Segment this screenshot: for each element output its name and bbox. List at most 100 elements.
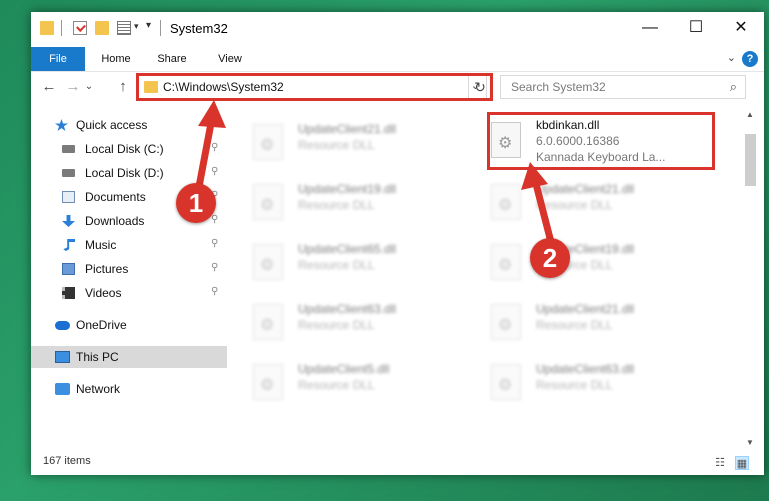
sidebar-item-local-disk-c[interactable]: Local Disk (C:) ⚲ xyxy=(31,138,227,160)
search-placeholder[interactable]: Search System32 xyxy=(511,80,606,94)
quick-access-dropdown-icon[interactable]: ▾ xyxy=(134,21,139,32)
sidebar-item-network[interactable]: Network xyxy=(31,378,227,400)
sidebar-item-label: Videos xyxy=(85,286,122,300)
file-type: Resource DLL xyxy=(298,378,375,392)
videos-icon xyxy=(62,287,75,299)
sidebar-item-label: Local Disk (C:) xyxy=(85,142,164,156)
file-name: UpdateClient5.dll xyxy=(298,362,390,376)
sidebar-item-label: Downloads xyxy=(85,214,145,228)
list-item[interactable]: UpdateClient63.dll Resource DLL xyxy=(241,296,471,346)
sidebar-item-quick-access[interactable]: Quick access xyxy=(31,114,227,136)
up-button[interactable]: ↑ xyxy=(113,77,133,97)
file-name: UpdateClient19.dll xyxy=(298,182,397,196)
vertical-scrollbar[interactable]: ▲ ▼ xyxy=(742,104,759,453)
minimize-button[interactable]: — xyxy=(627,12,673,44)
file-name: UpdateClient65.dll xyxy=(298,242,397,256)
sidebar-item-label: Documents xyxy=(85,190,146,204)
pin-icon[interactable]: ⚲ xyxy=(211,166,218,177)
list-item[interactable]: UpdateClient63.dll Resource DLL xyxy=(479,356,709,406)
scroll-thumb[interactable] xyxy=(745,134,756,186)
recent-locations-icon[interactable]: ⌄ xyxy=(83,77,95,97)
new-folder-icon[interactable] xyxy=(95,21,109,35)
dll-file-icon xyxy=(253,304,283,340)
file-highlight-box xyxy=(487,112,715,170)
tab-share[interactable]: Share xyxy=(149,47,195,71)
search-icon: ⌕ xyxy=(729,79,737,94)
sidebar-item-label: Quick access xyxy=(76,118,148,132)
window-title: System32 xyxy=(170,21,228,36)
file-type: Resource DLL xyxy=(298,318,375,332)
maximize-button[interactable]: ☐ xyxy=(673,12,719,44)
customize-quick-access-icon[interactable] xyxy=(117,21,131,35)
pin-icon[interactable]: ⚲ xyxy=(211,238,218,249)
documents-icon xyxy=(62,191,75,203)
ribbon: File Home Share View ⌄ ? xyxy=(31,47,764,72)
title-bar: ▾ ▾ System32 — ☐ ✕ xyxy=(31,12,764,46)
list-item[interactable]: UpdateClient19.dll Resource DLL xyxy=(241,176,471,226)
pin-icon[interactable]: ⚲ xyxy=(211,142,218,153)
dll-file-icon xyxy=(491,304,521,340)
forward-button[interactable]: → xyxy=(63,77,83,97)
file-name: UpdateClient21.dll xyxy=(536,302,635,316)
pin-icon[interactable]: ⚲ xyxy=(211,262,218,273)
folder-icon[interactable] xyxy=(40,21,54,35)
sidebar-item-label: Network xyxy=(76,382,121,396)
sidebar-item-music[interactable]: Music ⚲ xyxy=(31,234,227,256)
tab-home[interactable]: Home xyxy=(93,47,139,71)
properties-icon[interactable] xyxy=(73,21,87,35)
file-explorer-window: ▾ ▾ System32 — ☐ ✕ File Home Share View … xyxy=(31,12,764,475)
list-item[interactable]: UpdateClient19.dll Resource DLL xyxy=(479,236,709,286)
divider xyxy=(61,20,62,36)
scroll-up-icon[interactable]: ▲ xyxy=(746,110,754,119)
dll-file-icon xyxy=(253,124,283,160)
list-item[interactable]: UpdateClient21.dll Resource DLL xyxy=(241,116,471,166)
list-item[interactable]: UpdateClient65.dll Resource DLL xyxy=(241,236,471,286)
pin-icon[interactable]: ⚲ xyxy=(211,286,218,297)
back-button[interactable]: ← xyxy=(39,77,59,97)
address-highlight-box xyxy=(136,73,493,101)
sidebar-item-label: Pictures xyxy=(85,262,129,276)
list-item[interactable]: UpdateClient21.dll Resource DLL xyxy=(479,176,709,226)
tiles-view-icon[interactable]: ▦ xyxy=(735,456,749,470)
item-count: 167 items xyxy=(43,455,91,467)
expand-ribbon-icon[interactable]: ⌄ xyxy=(727,51,736,64)
onedrive-icon xyxy=(55,321,70,330)
search-box[interactable]: Search System32 ⌕ xyxy=(500,75,746,99)
sidebar-item-onedrive[interactable]: OneDrive xyxy=(31,314,227,336)
list-item[interactable]: UpdateClient5.dll Resource DLL xyxy=(241,356,471,406)
downloads-icon xyxy=(62,215,75,227)
callout-step-2: 2 xyxy=(530,238,570,278)
details-view-icon[interactable]: ☷ xyxy=(713,456,727,470)
tab-view[interactable]: View xyxy=(207,47,253,71)
sidebar-item-pictures[interactable]: Pictures ⚲ xyxy=(31,258,227,280)
file-name: UpdateClient63.dll xyxy=(298,302,397,316)
dll-file-icon xyxy=(491,244,521,280)
sidebar-item-label: OneDrive xyxy=(76,318,127,332)
tab-file[interactable]: File xyxy=(31,47,85,71)
close-button[interactable]: ✕ xyxy=(718,12,764,44)
scroll-down-icon[interactable]: ▼ xyxy=(746,438,754,447)
file-type: Resource DLL xyxy=(298,198,375,212)
dll-file-icon xyxy=(253,184,283,220)
music-icon xyxy=(63,239,75,251)
dll-file-icon xyxy=(253,364,283,400)
sidebar-item-videos[interactable]: Videos ⚲ xyxy=(31,282,227,304)
file-type: Resource DLL xyxy=(536,198,613,212)
pin-icon[interactable]: ⚲ xyxy=(211,214,218,225)
pictures-icon xyxy=(62,263,75,275)
chevron-down-icon[interactable]: ▾ xyxy=(146,20,151,31)
file-name: UpdateClient21.dll xyxy=(298,122,397,136)
callout-step-1: 1 xyxy=(176,183,216,223)
dll-file-icon xyxy=(491,364,521,400)
sidebar-item-this-pc[interactable]: This PC xyxy=(31,346,227,368)
file-type: Resource DLL xyxy=(536,378,613,392)
sidebar-item-label: Music xyxy=(85,238,117,252)
help-icon[interactable]: ? xyxy=(742,51,758,67)
sidebar-item-local-disk-d[interactable]: Local Disk (D:) ⚲ xyxy=(31,162,227,184)
list-item[interactable]: UpdateClient21.dll Resource DLL xyxy=(479,296,709,346)
file-name: UpdateClient63.dll xyxy=(536,362,635,376)
this-pc-icon xyxy=(55,351,70,363)
navigation-pane: Quick access Local Disk (C:) ⚲ Local Dis… xyxy=(31,108,227,453)
network-icon xyxy=(55,383,70,395)
dll-file-icon xyxy=(253,244,283,280)
